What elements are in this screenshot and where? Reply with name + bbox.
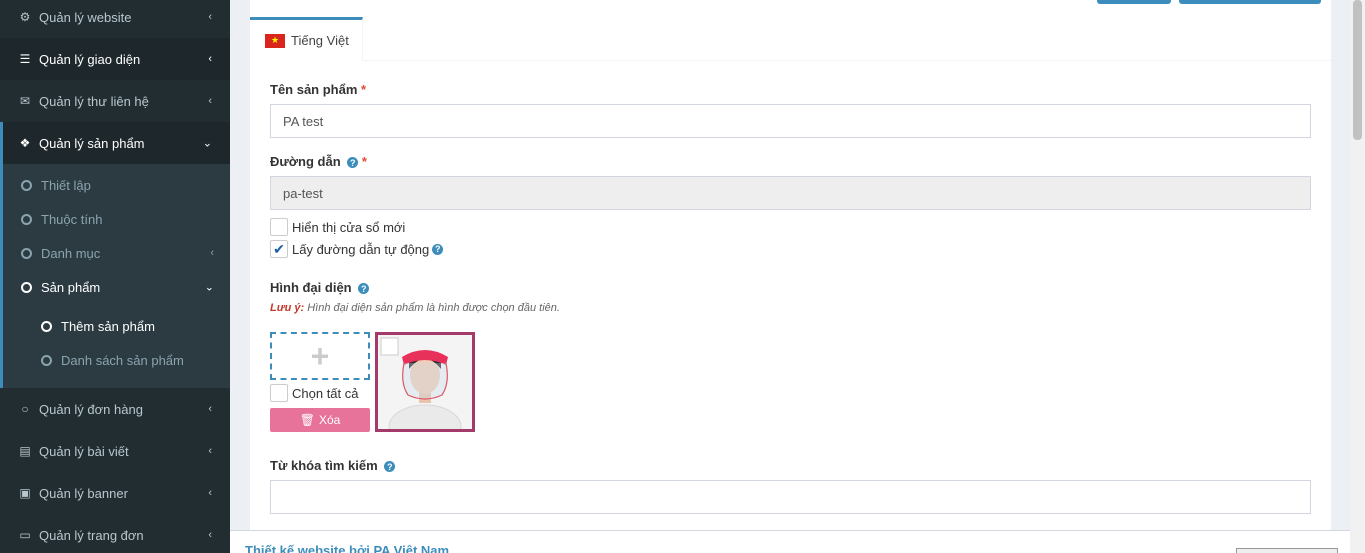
chevron-left-icon: ‹ [208,53,212,65]
sidebar-item-label: Quản lý sản phẩm [39,135,145,151]
bars-icon: ☰ [19,52,31,66]
sidebar-item-pages[interactable]: ▭ Quản lý trang đơn ‹ [0,514,230,553]
new-window-checkbox[interactable] [270,218,288,236]
help-icon[interactable]: ? [358,283,370,295]
sidebar-item-posts[interactable]: ▤ Quản lý bài viết ‹ [0,430,230,472]
chevron-left-icon: ‹ [208,11,212,23]
product-name-input[interactable]: PA test [270,104,1311,138]
cubes-icon: ❖ [19,136,31,150]
envelope-icon: ✉ [19,94,31,108]
laptop-icon: ▭ [19,528,31,542]
vietnam-flag-icon: ★ [265,33,285,48]
chevron-down-icon: ⌄ [202,137,212,150]
sidebar-item-label: Quản lý banner [39,485,128,501]
submenu-item-label: Thêm sản phẩm [61,318,155,334]
trash-icon: 🗑 [299,413,315,427]
chevron-left-icon: ‹ [208,95,212,107]
sidebar-item-label: Quản lý bài viết [39,443,129,459]
submenu-item-products[interactable]: Sản phẩm ⌄ [3,270,230,304]
top-action-button[interactable] [1097,0,1171,4]
gears-icon: ⚙ [19,10,31,24]
sidebar-item-label: Quản lý thư liên hệ [39,93,149,109]
slug-label: Đường dẫn ? * [270,154,367,169]
product-form-box: ★ Tiếng Việt Tên sản phẩm * PA test Đườn… [250,0,1331,530]
circle-icon [41,354,52,366]
help-icon[interactable]: ? [384,461,396,473]
sidebar-item-interface[interactable]: ☰ Quản lý giao diện ‹ [0,38,230,80]
footer-widget[interactable] [1236,548,1338,553]
page-scrollbar[interactable] [1350,0,1365,553]
sidebar-item-label: Quản lý trang đơn [39,527,144,543]
plus-icon: + [310,337,330,374]
circle-icon: ○ [21,402,29,416]
slug-input[interactable]: pa-test [270,176,1311,210]
select-all-option[interactable]: Chọn tất cả [270,384,359,402]
sidebar-item-label: Quản lý giao diện [39,51,141,67]
chevron-left-icon: ‹ [208,529,212,541]
auto-slug-option[interactable]: ✔ Lấy đường dẫn tự động ? [270,240,444,258]
circle-icon [21,213,32,225]
circle-icon [21,281,32,293]
submenu-item-label: Thuộc tính [41,211,103,227]
submenu-item-label: Danh mục [41,245,101,261]
submenu-item-product-list[interactable]: Danh sách sản phẩm [3,343,230,377]
new-window-option[interactable]: Hiển thị cửa sổ mới [270,218,405,236]
required-mark: * [361,154,367,169]
language-tabs: ★ Tiếng Việt [250,17,1331,61]
sidebar-item-products[interactable]: ❖ Quản lý sản phẩm ⌄ [0,122,230,164]
top-action-button-group[interactable] [1179,0,1321,4]
help-icon[interactable]: ? [432,243,444,255]
auto-slug-checkbox[interactable]: ✔ [270,240,288,258]
sidebar-item-orders[interactable]: ○ Quản lý đơn hàng ‹ [0,388,230,430]
submenu-item-attributes[interactable]: Thuộc tính [3,202,230,236]
image-icon: ▣ [19,486,31,500]
scrollbar-thumb[interactable] [1353,0,1362,140]
avatar-note: Lưu ý: Hình đại diện sản phẩm là hình đư… [270,302,560,314]
circle-icon [21,179,32,191]
products-submenu: Thiết lập Thuộc tính Danh mục ‹ Sản phẩm… [0,164,230,388]
keywords-label: Từ khóa tìm kiếm ? [270,458,396,473]
tab-label: Tiếng Việt [291,33,349,48]
submenu-item-categories[interactable]: Danh mục ‹ [3,236,230,270]
sidebar-item-label: Quản lý website [39,9,132,25]
submenu-item-add-product[interactable]: Thêm sản phẩm [3,309,230,343]
avatar-label: Hình đại diện ? [270,280,370,295]
submenu-item-label: Danh sách sản phẩm [61,352,184,368]
sidebar-item-website[interactable]: ⚙ Quản lý website ‹ [0,0,230,38]
sidebar-item-label: Quản lý đơn hàng [39,401,143,417]
submenu-item-label: Sản phẩm [41,279,101,295]
keywords-input[interactable] [270,480,1311,514]
required-mark: * [361,82,367,97]
sidebar: ⚙ Quản lý website ‹ ☰ Quản lý giao diện … [0,0,230,553]
select-all-checkbox[interactable] [270,384,288,402]
sidebar-item-contact[interactable]: ✉ Quản lý thư liên hệ ‹ [0,80,230,122]
footer: Thiết kế website bởi PA Việt Nam [230,530,1350,553]
circle-icon [21,247,32,259]
product-name-label: Tên sản phẩm * [270,82,367,97]
chevron-left-icon: ‹ [208,403,212,415]
sidebar-item-banner[interactable]: ▣ Quản lý banner ‹ [0,472,230,514]
chevron-left-icon: ‹ [208,445,212,457]
product-photo [378,335,472,429]
help-icon[interactable]: ? [347,157,359,169]
image-upload-button[interactable]: + [270,332,370,380]
delete-button[interactable]: 🗑 Xóa [270,408,370,432]
chevron-down-icon: ⌄ [204,281,214,294]
chevron-left-icon: ‹ [208,487,212,499]
tab-vietnamese[interactable]: ★ Tiếng Việt [250,17,363,61]
submenu-item-label: Thiết lập [41,177,91,193]
footer-link[interactable]: Thiết kế website bởi PA Việt Nam [245,543,449,553]
submenu-item-settings[interactable]: Thiết lập [3,168,230,202]
circle-icon [41,320,52,332]
newspaper-icon: ▤ [19,444,31,458]
main-content: ★ Tiếng Việt Tên sản phẩm * PA test Đườn… [230,0,1350,530]
product-image-thumbnail[interactable] [375,332,475,432]
chevron-left-icon: ‹ [210,247,214,259]
